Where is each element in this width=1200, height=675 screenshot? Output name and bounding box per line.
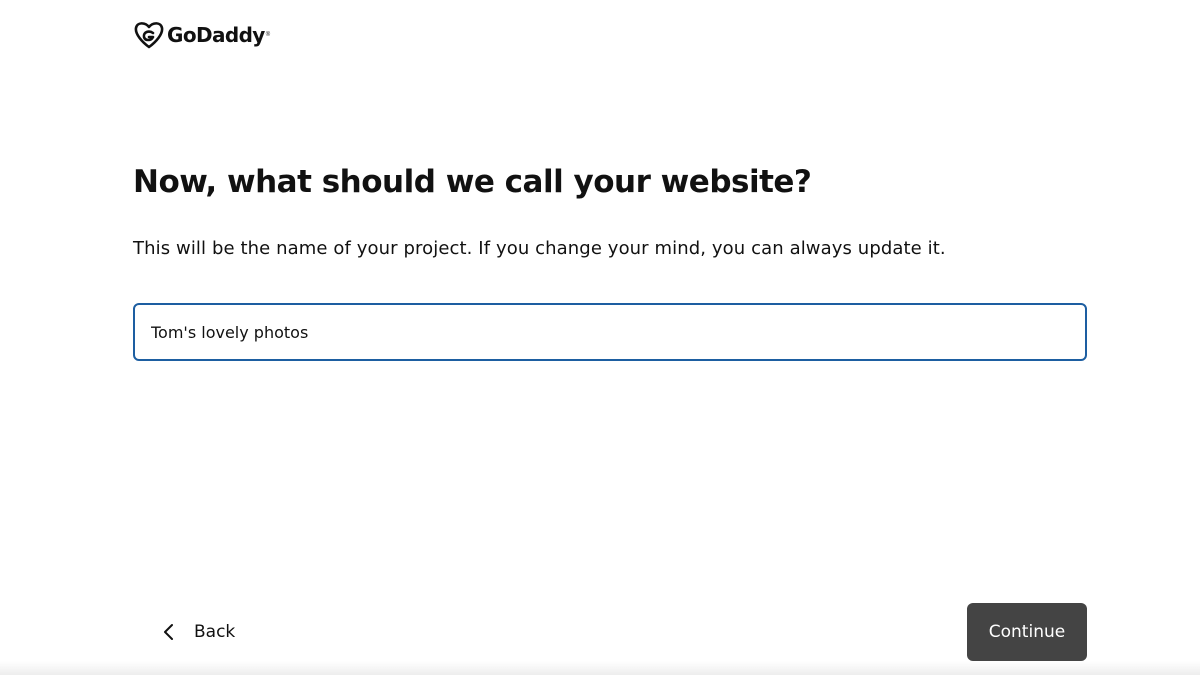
logo-trademark: ® (265, 32, 271, 38)
logo-wordmark: GoDaddy (167, 23, 265, 47)
page: GoDaddy ® Now, what should we call your w… (0, 0, 1200, 675)
chevron-left-icon (164, 624, 173, 640)
godaddy-heart-icon (134, 22, 164, 49)
back-button[interactable]: Back (158, 612, 239, 652)
website-name-input[interactable] (133, 303, 1087, 361)
page-subtitle: This will be the name of your project. I… (133, 238, 946, 259)
back-button-label: Back (194, 622, 236, 642)
bottom-shadow (0, 661, 1200, 675)
page-title: Now, what should we call your website? (133, 164, 812, 200)
godaddy-logo[interactable]: GoDaddy ® (134, 20, 270, 50)
continue-button[interactable]: Continue (967, 603, 1087, 661)
